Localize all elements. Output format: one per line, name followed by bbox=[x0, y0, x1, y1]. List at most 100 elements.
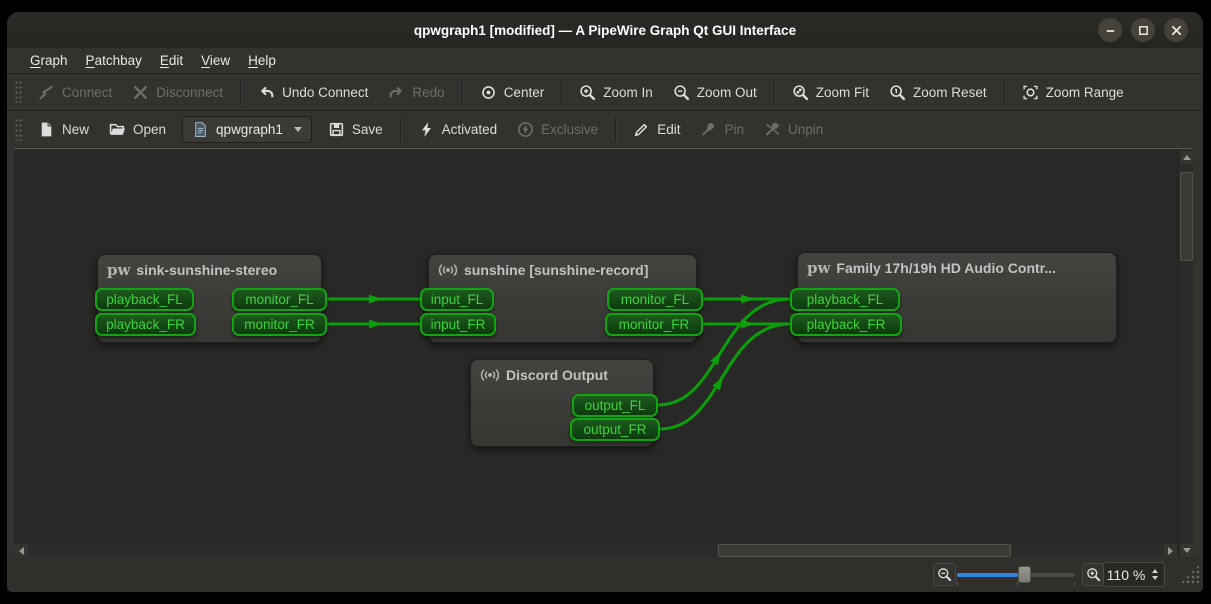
open-button[interactable]: Open bbox=[99, 116, 176, 144]
exclusive-button[interactable]: Exclusive bbox=[507, 116, 608, 144]
menu-graph[interactable]: Graph bbox=[21, 48, 77, 73]
maximize-icon bbox=[1135, 22, 1152, 39]
redo-button[interactable]: Redo bbox=[378, 78, 454, 106]
horizontal-scroll-thumb[interactable] bbox=[718, 544, 1011, 557]
new-button[interactable]: New bbox=[28, 116, 99, 144]
zoom-range-label: Zoom Range bbox=[1046, 85, 1124, 100]
center-label: Center bbox=[504, 85, 545, 100]
zoom-reset-button[interactable]: Zoom Reset bbox=[879, 78, 997, 106]
disconnect-label: Disconnect bbox=[156, 85, 223, 100]
zoom-out-button[interactable]: Zoom Out bbox=[663, 78, 767, 106]
zoom-reset-icon bbox=[889, 84, 906, 101]
zoom-out-icon bbox=[673, 84, 690, 101]
arrow-up-icon bbox=[1183, 155, 1191, 160]
slider-tick bbox=[957, 582, 958, 586]
spin-up-icon bbox=[1152, 569, 1158, 573]
save-label: Save bbox=[352, 122, 383, 137]
menu-edit[interactable]: Edit bbox=[151, 48, 192, 73]
scroll-left-button[interactable] bbox=[15, 544, 28, 557]
port-sunshine-monitor-fr[interactable]: monitor_FR bbox=[605, 313, 703, 336]
save-button[interactable]: Save bbox=[318, 116, 393, 144]
save-icon bbox=[328, 121, 345, 138]
port-sink-monitor-fr[interactable]: monitor_FR bbox=[232, 313, 327, 336]
menu-patchbay[interactable]: Patchbay bbox=[77, 48, 151, 73]
graph-view: pwsink-sunshine-stereo sunshine [sunshin… bbox=[14, 148, 1193, 558]
scroll-down-button[interactable] bbox=[1180, 544, 1193, 557]
port-sink-playback-fr[interactable]: playback_FR bbox=[95, 313, 196, 336]
activated-label: Activated bbox=[442, 122, 498, 137]
pin-icon bbox=[700, 121, 717, 138]
zoom-spinbox[interactable]: 110 % bbox=[1103, 562, 1165, 587]
maximize-button[interactable] bbox=[1131, 18, 1155, 42]
redo-label: Redo bbox=[412, 85, 444, 100]
toolbar-grip[interactable] bbox=[15, 81, 22, 103]
patchbay-select[interactable]: qpwgraph1 bbox=[182, 116, 312, 143]
close-button[interactable] bbox=[1164, 18, 1188, 42]
disconnect-button[interactable]: Disconnect bbox=[122, 78, 233, 106]
center-button[interactable]: Center bbox=[470, 78, 555, 106]
slider-handle[interactable] bbox=[1018, 566, 1031, 583]
connect-label: Connect bbox=[62, 85, 112, 100]
port-family-playback-fl[interactable]: playback_FL bbox=[790, 288, 900, 311]
scroll-up-button[interactable] bbox=[1180, 151, 1193, 164]
menubar: Graph Patchbay Edit View Help bbox=[7, 48, 1203, 73]
zoom-reset-label: Zoom Reset bbox=[913, 85, 987, 100]
zoom-range-icon bbox=[1022, 84, 1039, 101]
port-sunshine-input-fl[interactable]: input_FL bbox=[420, 288, 494, 311]
pin-button[interactable]: Pin bbox=[690, 116, 754, 144]
pencil-icon bbox=[633, 121, 650, 138]
spin-down-icon bbox=[1152, 576, 1158, 580]
unpin-icon bbox=[764, 121, 781, 138]
bolt-circle-icon bbox=[517, 121, 534, 138]
minimize-button[interactable] bbox=[1098, 18, 1122, 42]
port-sunshine-input-fr[interactable]: input_FR bbox=[420, 313, 496, 336]
disconnect-icon bbox=[132, 84, 149, 101]
wire-outputFR-playbackFR[interactable] bbox=[660, 324, 790, 429]
patchbay-select-value: qpwgraph1 bbox=[216, 122, 283, 137]
toolbar-separator bbox=[774, 80, 775, 105]
bolt-icon bbox=[418, 121, 435, 138]
zoom-range-button[interactable]: Zoom Range bbox=[1012, 78, 1134, 106]
vertical-scroll-thumb[interactable] bbox=[1180, 172, 1193, 261]
graph-toolbar: Connect Disconnect Undo Connect Redo Cen… bbox=[7, 73, 1203, 110]
status-zoom-out-button[interactable] bbox=[933, 563, 956, 586]
resize-grip[interactable] bbox=[1181, 565, 1199, 583]
connect-button[interactable]: Connect bbox=[28, 78, 122, 106]
toolbar-separator bbox=[561, 80, 562, 105]
port-discord-output-fr[interactable]: output_FR bbox=[570, 418, 660, 441]
zoom-out-label: Zoom Out bbox=[697, 85, 757, 100]
graph-canvas[interactable]: pwsink-sunshine-stereo sunshine [sunshin… bbox=[14, 150, 1178, 541]
slider-fill bbox=[957, 573, 1018, 577]
toolbar-separator bbox=[462, 80, 463, 105]
zoom-slider[interactable] bbox=[957, 563, 1075, 586]
toolbar-grip[interactable] bbox=[15, 119, 22, 141]
zoom-value: 110 % bbox=[1104, 567, 1148, 583]
redo-icon bbox=[388, 84, 405, 101]
zoom-fit-button[interactable]: Zoom Fit bbox=[782, 78, 879, 106]
undo-icon bbox=[258, 84, 275, 101]
toolbar-separator bbox=[1004, 80, 1005, 105]
port-family-playback-fr[interactable]: playback_FR bbox=[790, 313, 902, 336]
horizontal-scrollbar[interactable] bbox=[14, 541, 1178, 558]
edit-button[interactable]: Edit bbox=[623, 116, 690, 144]
menu-view[interactable]: View bbox=[192, 48, 239, 73]
close-icon bbox=[1168, 22, 1185, 39]
port-sink-playback-fl[interactable]: playback_FL bbox=[95, 288, 194, 311]
port-sunshine-monitor-fl[interactable]: monitor_FL bbox=[607, 288, 703, 311]
zoom-in-button[interactable]: Zoom In bbox=[569, 78, 663, 106]
zoom-in-icon bbox=[1086, 567, 1101, 582]
unpin-label: Unpin bbox=[788, 122, 823, 137]
status-zoom-in-button[interactable] bbox=[1082, 563, 1105, 586]
spin-arrows[interactable] bbox=[1148, 569, 1164, 580]
unpin-button[interactable]: Unpin bbox=[754, 116, 833, 144]
port-discord-output-fl[interactable]: output_FL bbox=[572, 394, 658, 417]
slider-tick bbox=[1074, 582, 1075, 586]
vertical-scrollbar[interactable] bbox=[1178, 150, 1193, 558]
open-label: Open bbox=[133, 122, 166, 137]
port-sink-monitor-fl[interactable]: monitor_FL bbox=[232, 288, 327, 311]
scroll-right-button[interactable] bbox=[1164, 544, 1177, 557]
activated-button[interactable]: Activated bbox=[408, 116, 508, 144]
undo-connect-button[interactable]: Undo Connect bbox=[248, 78, 378, 106]
menu-help[interactable]: Help bbox=[239, 48, 285, 73]
wire-arrow bbox=[369, 320, 382, 329]
